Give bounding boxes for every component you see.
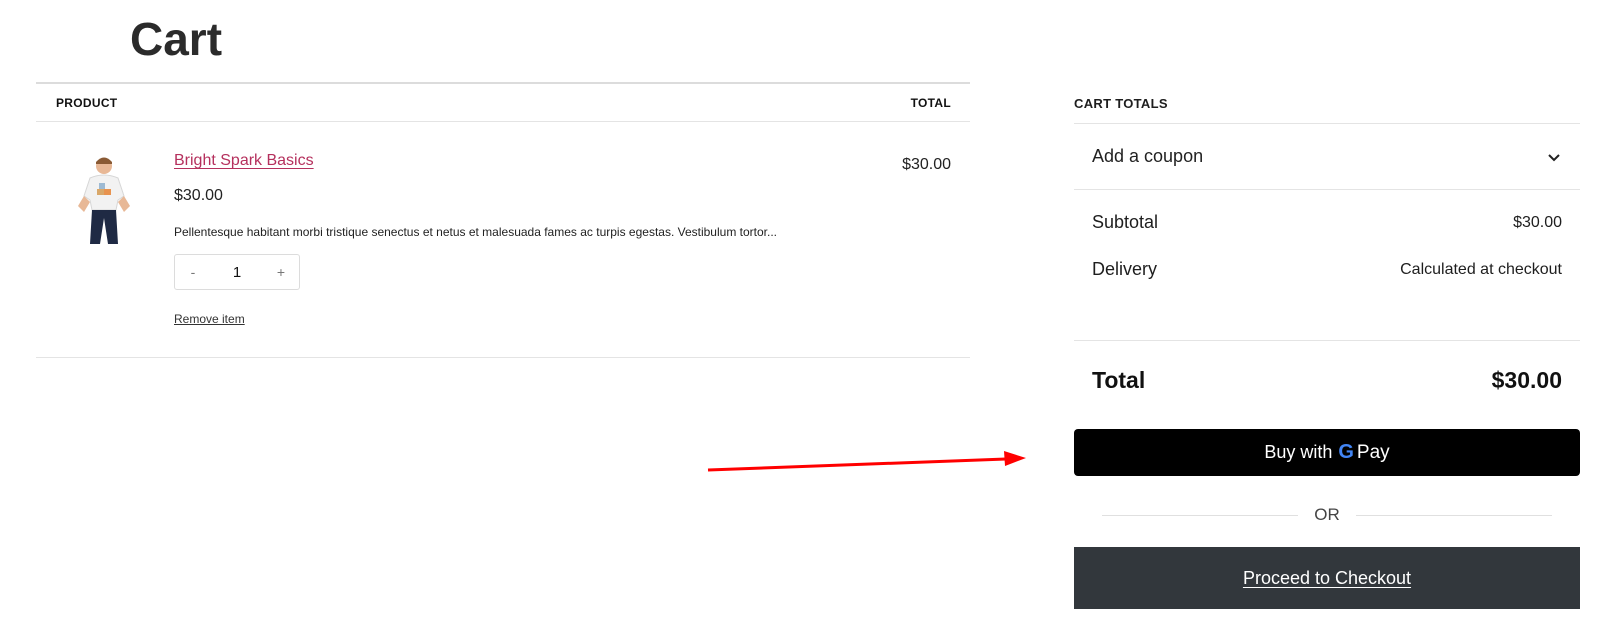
add-coupon-toggle[interactable]: Add a coupon bbox=[1074, 124, 1580, 190]
cart-item-row: Bright Spark Basics $30.00 Pellentesque … bbox=[36, 122, 970, 358]
quantity-stepper: - 1 + bbox=[174, 254, 300, 290]
product-description: Pellentesque habitant morbi tristique se… bbox=[174, 225, 777, 239]
divider-line bbox=[1355, 514, 1552, 516]
delivery-row: Delivery Calculated at checkout bbox=[1092, 233, 1562, 280]
coupon-label: Add a coupon bbox=[1092, 146, 1204, 166]
or-label: OR bbox=[1314, 505, 1340, 524]
gpay-prefix: Buy with bbox=[1264, 442, 1333, 462]
grand-total-row: Total $30.00 bbox=[1074, 341, 1580, 419]
cart-items-table: PRODUCT TOTAL Bright Spark Basics $30.00… bbox=[36, 82, 970, 358]
quantity-increase-button[interactable]: + bbox=[263, 264, 299, 280]
google-pay-button[interactable]: Buy with G Pay bbox=[1074, 429, 1580, 476]
total-label: Total bbox=[1092, 366, 1146, 393]
quantity-input[interactable]: 1 bbox=[211, 264, 263, 281]
google-g-icon: G bbox=[1338, 441, 1354, 463]
cart-totals-panel: CART TOTALS Add a coupon Subtotal $30.00… bbox=[1074, 82, 1580, 419]
proceed-to-checkout-button[interactable]: Proceed to Checkout bbox=[1074, 547, 1580, 609]
quantity-decrease-button[interactable]: - bbox=[175, 264, 211, 280]
chevron-down-icon bbox=[1548, 153, 1560, 161]
total-column-header: TOTAL bbox=[910, 96, 951, 110]
table-header: PRODUCT TOTAL bbox=[36, 82, 970, 122]
or-divider: OR bbox=[1102, 505, 1552, 525]
cart-totals-heading: CART TOTALS bbox=[1074, 82, 1580, 124]
subtotal-row: Subtotal $30.00 bbox=[1092, 190, 1562, 233]
product-thumbnail[interactable] bbox=[72, 154, 136, 246]
product-column-header: PRODUCT bbox=[56, 96, 118, 110]
subtotal-value: $30.00 bbox=[1513, 213, 1562, 231]
delivery-value: Calculated at checkout bbox=[1400, 260, 1562, 278]
page-title: Cart bbox=[130, 13, 223, 65]
total-value: $30.00 bbox=[1491, 366, 1562, 393]
remove-item-link[interactable]: Remove item bbox=[174, 312, 245, 326]
subtotal-label: Subtotal bbox=[1092, 212, 1159, 232]
item-line-total: $30.00 bbox=[902, 156, 951, 173]
product-unit-price: $30.00 bbox=[174, 187, 223, 204]
divider-line bbox=[1102, 514, 1299, 516]
delivery-label: Delivery bbox=[1092, 259, 1158, 279]
totals-breakdown: Subtotal $30.00 Delivery Calculated at c… bbox=[1074, 190, 1580, 341]
product-name-link[interactable]: Bright Spark Basics bbox=[174, 152, 314, 170]
gpay-pay-label: Pay bbox=[1356, 441, 1390, 463]
